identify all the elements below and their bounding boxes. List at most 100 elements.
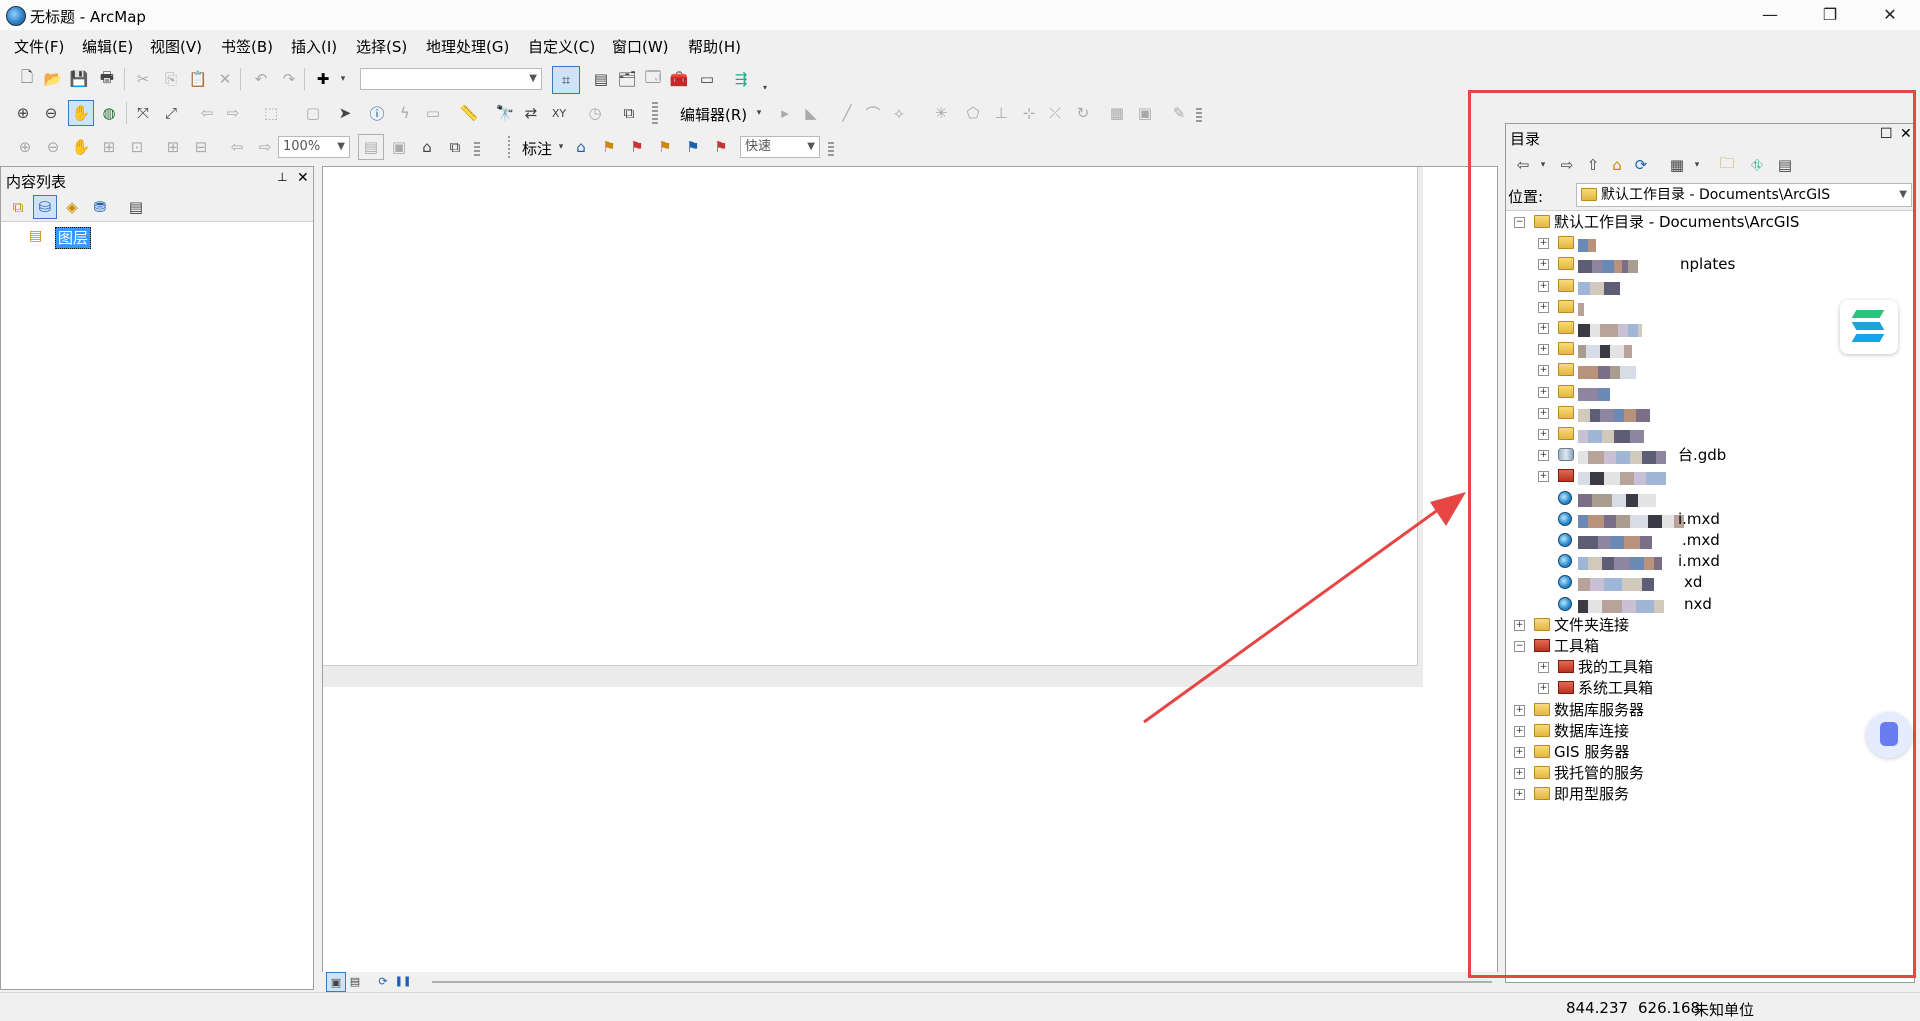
close-button[interactable]: ✕ bbox=[1860, 0, 1920, 30]
save-icon[interactable]: 💾 bbox=[68, 68, 90, 90]
menu-selection[interactable]: 选择(S) bbox=[356, 36, 407, 57]
label-manager-icon[interactable]: ⌂ bbox=[570, 136, 592, 158]
redo-icon[interactable]: ↷ bbox=[278, 68, 300, 90]
change-layout-icon[interactable]: ⌂ bbox=[416, 136, 438, 158]
new-document-icon[interactable]: 🗋 bbox=[16, 68, 38, 90]
fixed-layout-zoom-out-icon[interactable]: ⊟ bbox=[190, 136, 212, 158]
pan-icon[interactable]: ✋ bbox=[68, 100, 94, 126]
go-to-xy-icon[interactable]: XY bbox=[548, 102, 570, 124]
editor-menu[interactable]: 编辑器(R) bbox=[680, 104, 747, 125]
trace-icon[interactable]: ⟡ bbox=[888, 102, 910, 124]
zoom-100-icon[interactable]: ⊡ bbox=[126, 136, 148, 158]
label-priority-icon[interactable]: ⚑ bbox=[598, 136, 620, 158]
model-builder-icon[interactable]: ⇶ bbox=[730, 68, 752, 90]
hyperlink-icon[interactable]: ϟ bbox=[394, 102, 416, 124]
menu-customize[interactable]: 自定义(C) bbox=[528, 36, 595, 57]
close-icon[interactable]: ✕ bbox=[297, 170, 309, 186]
html-popup-icon[interactable]: ▭ bbox=[422, 102, 444, 124]
clear-selection-icon[interactable]: ▢ bbox=[302, 102, 324, 124]
floating-app-widget[interactable] bbox=[1840, 300, 1898, 354]
list-by-drawing-order-icon[interactable]: ⧉ bbox=[7, 196, 29, 218]
options-icon[interactable]: ▤ bbox=[125, 196, 147, 218]
toolbar-grip[interactable] bbox=[652, 102, 658, 124]
layout-zoom-in-icon[interactable]: ⊕ bbox=[14, 136, 36, 158]
chevron-down-icon[interactable]: ▾ bbox=[550, 136, 572, 158]
refresh-icon[interactable]: ⟳ bbox=[374, 972, 392, 990]
zoom-out-icon[interactable]: ⊖ bbox=[40, 102, 62, 124]
sketch-properties-icon[interactable]: ▣ bbox=[1134, 102, 1156, 124]
go-back-icon[interactable]: ⇦ bbox=[196, 102, 218, 124]
time-slider-icon[interactable]: ◷ bbox=[584, 102, 606, 124]
pause-labeling-icon[interactable]: ⚑ bbox=[682, 136, 704, 158]
fixed-zoom-in-icon[interactable]: ⤧ bbox=[132, 102, 154, 124]
undo-icon[interactable]: ↶ bbox=[250, 68, 272, 90]
table-of-contents-icon[interactable]: ▤ bbox=[590, 68, 612, 90]
chevron-down-icon[interactable]: ▾ bbox=[754, 76, 776, 98]
toolbar-grip[interactable] bbox=[508, 136, 510, 158]
floating-assistant-button[interactable] bbox=[1866, 712, 1912, 758]
editor-toolbar-icon[interactable]: ⌗ bbox=[552, 66, 580, 94]
copy-icon[interactable]: ⎘ bbox=[160, 68, 182, 90]
data-driven-pages-icon[interactable]: ⧉ bbox=[444, 136, 466, 158]
create-viewer-icon[interactable]: ⧉ bbox=[618, 102, 640, 124]
edit-vertices-icon[interactable]: ⬠ bbox=[962, 102, 984, 124]
restore-button[interactable]: ❐ bbox=[1800, 0, 1860, 30]
edit-tool-icon[interactable]: ▸ bbox=[774, 102, 796, 124]
toolbar-grip[interactable] bbox=[828, 142, 834, 156]
catalog-icon[interactable]: 🗂 bbox=[616, 68, 638, 90]
layout-pan-icon[interactable]: ✋ bbox=[70, 136, 92, 158]
delete-icon[interactable]: ✕ bbox=[214, 68, 236, 90]
label-quality-dropdown[interactable]: 快速 ▼ bbox=[740, 136, 820, 158]
print-icon[interactable]: 🖶 bbox=[96, 68, 118, 90]
pin-icon[interactable]: ⊥ bbox=[277, 170, 287, 184]
measure-icon[interactable]: 📏 bbox=[458, 102, 480, 124]
reshape-icon[interactable]: ⊥ bbox=[990, 102, 1012, 124]
straight-segment-icon[interactable]: ╱ bbox=[836, 102, 858, 124]
list-by-selection-icon[interactable]: ⛃ bbox=[89, 196, 111, 218]
map-scale-dropdown[interactable]: ▼ bbox=[360, 68, 542, 90]
go-forward-icon[interactable]: ⇨ bbox=[222, 102, 244, 124]
minimize-button[interactable]: — bbox=[1740, 0, 1800, 30]
layer-root[interactable]: 图层 bbox=[55, 227, 92, 249]
find-route-icon[interactable]: ⇄ bbox=[520, 102, 542, 124]
full-extent-icon[interactable]: ◍ bbox=[98, 102, 120, 124]
split-icon[interactable]: ⤫ bbox=[1044, 102, 1066, 124]
fixed-zoom-out-icon[interactable]: ⤢ bbox=[160, 102, 182, 124]
focus-data-frame-icon[interactable]: ▣ bbox=[388, 136, 410, 158]
select-features-icon[interactable]: ⬚ bbox=[260, 102, 282, 124]
layout-forward-icon[interactable]: ⇨ bbox=[254, 136, 276, 158]
menu-insert[interactable]: 插入(I) bbox=[291, 36, 337, 57]
add-data-icon[interactable]: ✚ bbox=[312, 68, 334, 90]
search-window-icon[interactable]: 🗔 bbox=[642, 68, 664, 90]
layout-back-icon[interactable]: ⇦ bbox=[226, 136, 248, 158]
zoom-in-icon[interactable]: ⊕ bbox=[12, 102, 34, 124]
menu-geoprocessing[interactable]: 地理处理(G) bbox=[426, 36, 509, 57]
toggle-draft-mode-icon[interactable]: ▤ bbox=[358, 134, 384, 160]
arctoolbox-icon[interactable]: 🧰 bbox=[668, 68, 690, 90]
data-view-icon[interactable]: ▣ bbox=[326, 972, 346, 992]
horizontal-scrollbar[interactable] bbox=[432, 981, 1492, 983]
find-icon[interactable]: 🔭 bbox=[494, 102, 516, 124]
label-weights-icon[interactable]: ⚑ bbox=[626, 136, 648, 158]
lock-labels-icon[interactable]: ⚑ bbox=[654, 136, 676, 158]
paste-icon[interactable]: 📋 bbox=[187, 68, 209, 90]
rotate-icon[interactable]: ↻ bbox=[1072, 102, 1094, 124]
list-by-source-icon[interactable]: ⛁ bbox=[33, 195, 57, 219]
chevron-down-icon[interactable]: ▾ bbox=[748, 102, 770, 124]
chevron-down-icon[interactable]: ▾ bbox=[332, 68, 354, 90]
layout-zoom-dropdown[interactable]: 100% ▼ bbox=[278, 136, 350, 158]
attributes-icon[interactable]: ▦ bbox=[1106, 102, 1128, 124]
menu-view[interactable]: 视图(V) bbox=[150, 36, 202, 57]
create-features-icon[interactable]: ✎ bbox=[1168, 102, 1190, 124]
pause-drawing-icon[interactable]: ❚❚ bbox=[394, 972, 412, 990]
endpoint-arc-icon[interactable]: ⌒ bbox=[862, 102, 884, 124]
menu-file[interactable]: 文件(F) bbox=[14, 36, 64, 57]
toolbar-grip[interactable] bbox=[474, 142, 480, 156]
open-icon[interactable]: 📂 bbox=[42, 68, 64, 90]
python-window-icon[interactable]: ▭ bbox=[696, 68, 718, 90]
cut-polygons-icon[interactable]: ⊹ bbox=[1018, 102, 1040, 124]
menu-help[interactable]: 帮助(H) bbox=[688, 36, 741, 57]
identify-icon[interactable]: ⓘ bbox=[366, 102, 388, 124]
layout-view-icon[interactable]: ▤ bbox=[346, 972, 364, 990]
select-elements-icon[interactable]: ➤ bbox=[334, 102, 356, 124]
